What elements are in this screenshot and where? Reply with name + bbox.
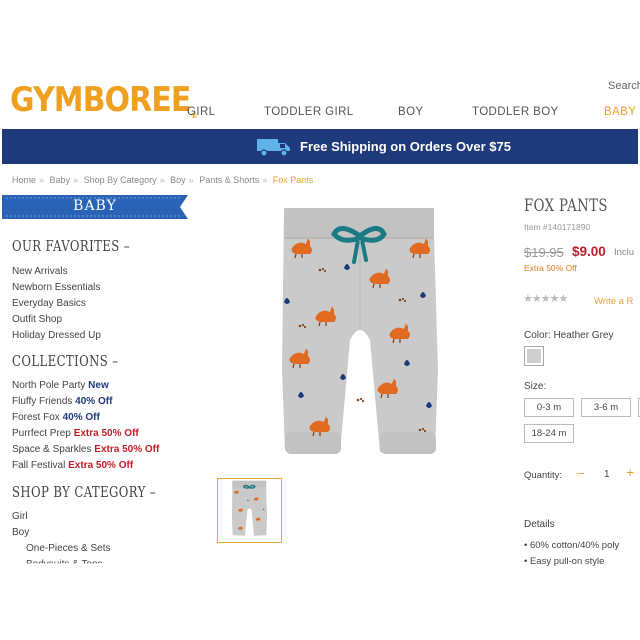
truck-icon [257,139,290,157]
link-new-arrivals[interactable]: New Arrivals [12,266,68,277]
swatch-heather-grey[interactable] [524,346,544,366]
product-page: GYMBOREE® Search GIRL TODDLER GIRL BOY T… [0,0,640,640]
link-one-pieces-sets[interactable]: One-Pieces & Sets [26,543,110,554]
product-main-image[interactable] [270,200,450,480]
crumb-baby[interactable]: Baby [50,175,71,185]
link-outfit-shop[interactable]: Outfit Shop [12,314,62,325]
collections-heading: COLLECTIONS – [12,352,119,370]
details-heading: Details [524,519,555,530]
free-shipping-text: Free Shipping on Orders Over $75 [300,139,511,154]
product-title: FOX PANTS [524,196,608,216]
free-shipping-banner[interactable]: Free Shipping on Orders Over $75 [2,129,638,164]
quantity-value[interactable]: 1 [604,469,610,480]
link-everyday-basics[interactable]: Everyday Basics [12,298,86,309]
link-fluffy-friends[interactable]: Fluffy Friends 40% Off [12,396,112,407]
sale-price: $9.00 [572,244,606,259]
size-0-3m-button[interactable]: 0-3 m [524,398,574,417]
quantity-label: Quantity: [524,470,563,481]
link-purrfect-prep[interactable]: Purrfect Prep Extra 50% Off [12,428,139,439]
link-category-boy[interactable]: Boy [12,527,29,538]
link-forest-fox[interactable]: Forest Fox 40% Off [12,412,100,423]
crumb-home[interactable]: Home [12,175,36,185]
link-holiday-dressed-up[interactable]: Holiday Dressed Up [12,330,101,341]
color-label: Color: Heather Grey [524,330,614,341]
crumb-shop-by-category[interactable]: Shop By Category [84,175,157,185]
price-note: Inclu [614,247,635,258]
size-label: Size: [524,381,547,392]
link-fall-festival[interactable]: Fall Festival Extra 50% Off [12,460,133,471]
nav-boy[interactable]: BOY [398,106,424,118]
product-thumbnail[interactable] [217,478,282,543]
search-label[interactable]: Search [608,80,640,92]
baby-ribbon-banner: BABY [2,193,188,221]
nav-baby[interactable]: BABY [604,106,636,118]
detail-fabric: • 60% cotton/40% poly [524,540,620,551]
link-category-girl[interactable]: Girl [12,511,28,522]
nav-girl[interactable]: GIRL [187,106,215,118]
quantity-increase-button[interactable]: + [626,464,634,480]
rating-stars[interactable]: ★★★★★ [523,292,568,305]
original-price: $19.95 [524,245,564,260]
swatch-fill [527,349,541,363]
crumb-boy[interactable]: Boy [170,175,186,185]
item-number: Item #140171890 [524,222,591,232]
size-3-6m-button[interactable]: 3-6 m [581,398,631,417]
link-newborn-essentials[interactable]: Newborn Essentials [12,282,100,293]
write-review-link[interactable]: Write a R [594,296,633,307]
shop-by-category-heading: SHOP BY CATEGORY – [12,483,157,501]
ribbon-label: BABY [73,198,117,214]
detail-style: • Easy pull-on style [524,556,605,567]
breadcrumb: Home» Baby» Shop By Category» Boy» Pants… [12,175,314,185]
thumbnail-pants-image [231,480,268,536]
our-favorites-heading: OUR FAVORITES – [12,237,131,255]
main-nav: GIRL TODDLER GIRL BOY TODDLER BOY BABY [0,106,640,122]
nav-toddler-boy[interactable]: TODDLER BOY [472,106,559,118]
link-space-sparkles[interactable]: Space & Sparkles Extra 50% Off [12,444,159,455]
promo-note: Extra 50% Off [524,263,577,273]
link-bodysuits-tops[interactable]: Bodysuits & Tops [26,559,103,563]
quantity-decrease-button[interactable]: − [577,466,585,481]
crumb-current: Fox Pants [272,175,314,185]
link-north-pole-party[interactable]: North Pole Party New [12,380,109,391]
size-18-24m-button[interactable]: 18-24 m [524,424,574,443]
crumb-pants-shorts[interactable]: Pants & Shorts [199,175,259,185]
nav-toddler-girl[interactable]: TODDLER GIRL [264,106,354,118]
